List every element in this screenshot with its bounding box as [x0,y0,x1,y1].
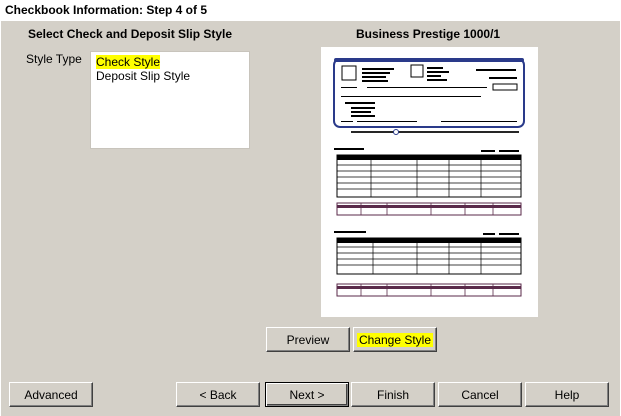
back-button[interactable]: < Back [176,382,260,407]
list-item-check-style[interactable]: Check Style [96,55,161,69]
help-button[interactable]: Help [525,382,609,407]
change-style-button-label: Change Style [356,332,434,347]
advanced-button[interactable]: Advanced [9,382,93,407]
finish-button-label: Finish [376,387,409,402]
finish-button[interactable]: Finish [351,382,435,407]
check-illustration [333,58,525,135]
window-title: Checkbook Information: Step 4 of 5 [5,3,208,17]
check-preview-image [333,58,525,297]
cancel-button-label: Cancel [461,387,499,402]
window-titlebar: Checkbook Information: Step 4 of 5 [0,0,621,20]
check-register-upper [334,148,522,216]
cancel-button[interactable]: Cancel [438,382,522,407]
product-title: Business Prestige 1000/1 [356,27,501,41]
check-register-lower [334,231,522,297]
preview-button[interactable]: Preview [266,327,350,352]
back-button-label: < Back [199,387,237,402]
wizard-panel: Select Check and Deposit Slip Style Busi… [0,20,620,416]
change-style-button[interactable]: Change Style [353,327,437,352]
next-button-label: Next > [289,387,325,402]
style-type-list[interactable]: Check Style Deposit Slip Style [90,51,250,149]
advanced-button-label: Advanced [24,387,78,402]
check-style-preview [321,47,538,317]
list-item-deposit-slip-style[interactable]: Deposit Slip Style [96,69,190,83]
preview-button-label: Preview [286,332,330,347]
next-button[interactable]: Next > [265,382,349,407]
style-section-title: Select Check and Deposit Slip Style [28,27,233,41]
style-type-label: Style Type [26,52,82,66]
help-button-label: Help [554,387,580,402]
